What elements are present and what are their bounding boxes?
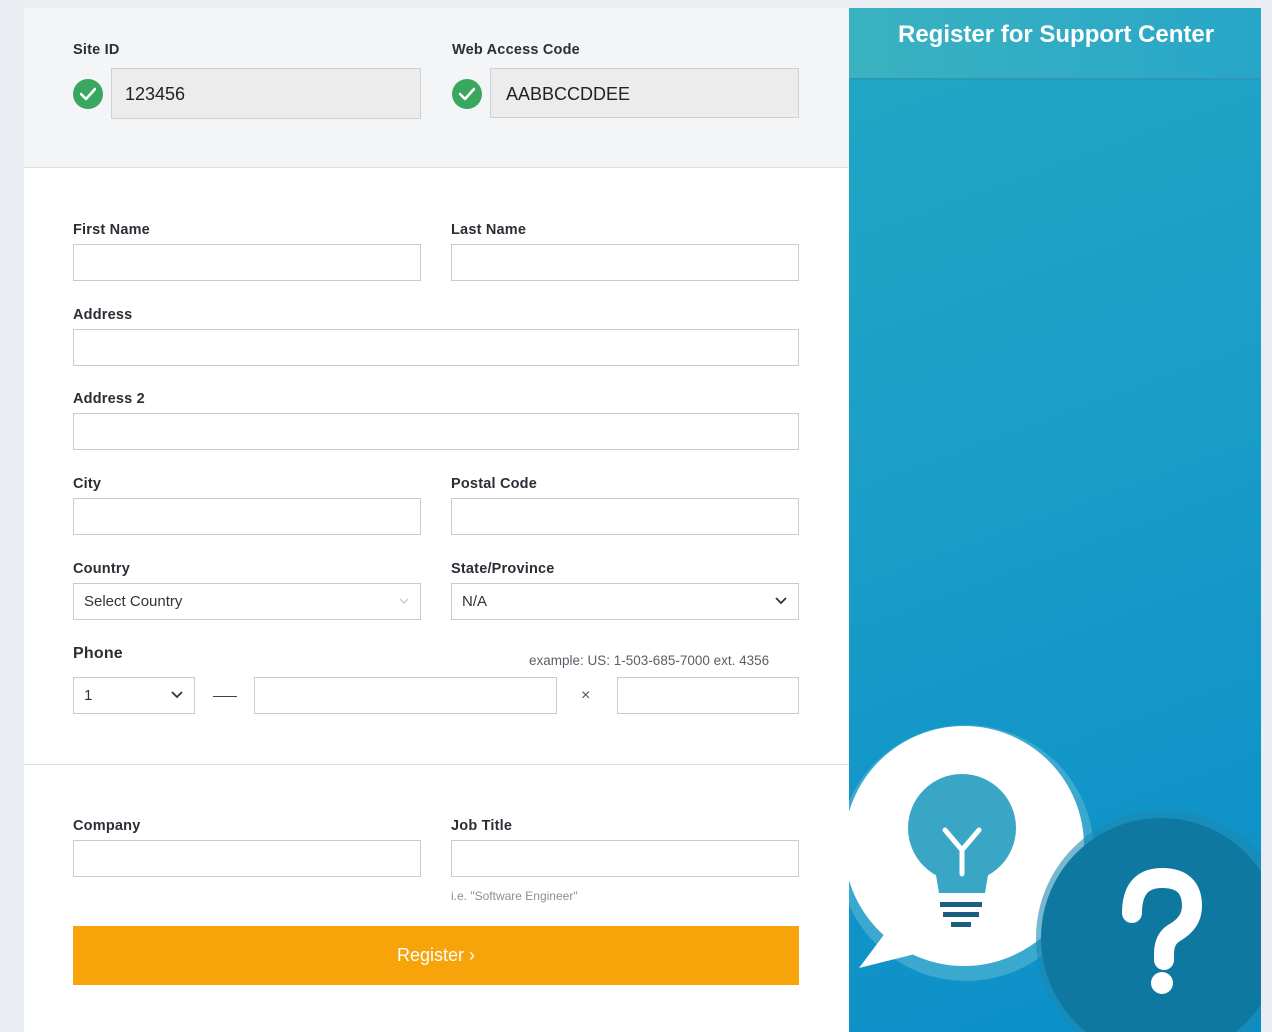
first-name-input[interactable] [74,245,420,280]
phone-country-code-select[interactable]: 1 [73,677,195,714]
web-access-code-field[interactable]: AABBCCDDEE [490,68,799,118]
phone-extension-input[interactable] [618,678,798,713]
address-field[interactable] [73,329,799,366]
register-button[interactable]: Register › [73,926,799,985]
registration-page: Site ID 123456 Web Access Code AABBCCDDE… [0,0,1272,1032]
job-title-input[interactable] [452,841,798,876]
registration-form: Site ID 123456 Web Access Code AABBCCDDE… [24,8,849,1032]
company-field[interactable] [73,840,421,877]
address-label: Address [73,307,133,323]
support-illustration [849,725,1261,1032]
country-label: Country [73,561,130,577]
web-access-check-icon [452,79,482,109]
section-divider [24,764,849,765]
address2-label: Address 2 [73,391,145,407]
web-access-code-value: AABBCCDDEE [506,84,631,104]
register-button-label: Register › [396,945,476,965]
site-credentials-section: Site ID 123456 Web Access Code AABBCCDDE… [24,8,849,168]
site-id-value: 123456 [125,84,186,104]
city-field[interactable] [73,498,421,535]
state-province-select[interactable]: N/A [451,583,799,620]
phone-extension-field[interactable] [617,677,799,714]
site-id-label: Site ID [73,42,120,58]
left-margin [0,0,24,1032]
last-name-label: Last Name [451,222,527,238]
right-margin [1261,0,1272,1032]
last-name-input[interactable] [452,245,798,280]
chevron-down-icon [775,597,787,605]
postal-code-label: Postal Code [451,476,537,492]
address2-input[interactable] [74,414,798,449]
job-title-field[interactable] [451,840,799,877]
phone-example-hint: example: US: 1-503-685-7000 ext. 4356 [529,653,770,668]
job-title-hint: i.e. "Software Engineer" [451,889,578,903]
country-select-value: Select Country [84,593,183,610]
support-center-banner: Register for Support Center [849,8,1261,1032]
phone-country-code-value: 1 [84,687,93,704]
address-input[interactable] [74,330,798,365]
web-access-code-label: Web Access Code [452,42,580,58]
chevron-down-icon [171,691,183,699]
phone-label: Phone [73,645,123,662]
job-title-label: Job Title [451,818,513,834]
last-name-field[interactable] [451,244,799,281]
city-label: City [73,476,102,492]
company-label: Company [73,818,141,834]
postal-code-input[interactable] [452,499,798,534]
phone-ext-separator: × [581,687,591,704]
state-select-value: N/A [462,593,488,610]
phone-number-field[interactable] [254,677,557,714]
first-name-field[interactable] [73,244,421,281]
address2-field[interactable] [73,413,799,450]
state-province-label: State/Province [451,561,555,577]
site-id-check-icon [73,79,103,109]
phone-number-input[interactable] [255,678,556,713]
city-input[interactable] [74,499,420,534]
phone-dash [213,696,237,697]
country-select[interactable]: Select Country [73,583,421,620]
company-input[interactable] [74,841,420,876]
chevron-down-icon [399,598,409,604]
first-name-label: First Name [73,222,150,238]
postal-code-field[interactable] [451,498,799,535]
site-id-field[interactable]: 123456 [111,68,421,119]
